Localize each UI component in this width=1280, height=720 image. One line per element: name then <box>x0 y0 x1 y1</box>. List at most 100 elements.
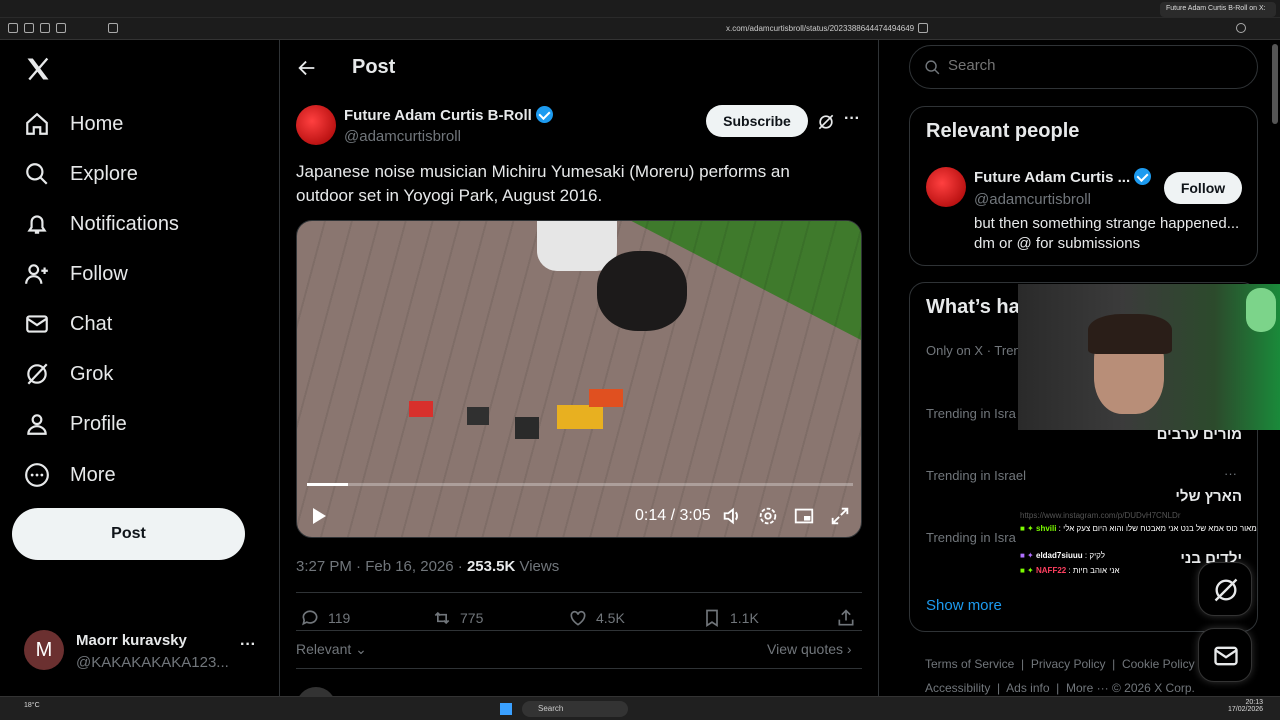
person-icon <box>27 414 47 435</box>
sidebar-icon[interactable] <box>8 23 18 33</box>
trend-context[interactable]: Trending in Isra <box>926 406 1016 421</box>
trend-context[interactable]: Only on X · Tren <box>926 343 1021 358</box>
post-detail: Post Future Adam Curtis B-Roll @adamcurt… <box>280 40 879 707</box>
fullscreen-icon[interactable] <box>829 505 851 527</box>
footer-link[interactable]: Terms of Service <box>925 657 1014 671</box>
trend-title[interactable]: הארץ שלי <box>1140 488 1242 505</box>
author-name[interactable]: Future Adam Curtis B-Roll <box>344 106 553 124</box>
effects-pedal <box>409 401 433 417</box>
grok-float-button[interactable] <box>1198 562 1252 616</box>
author-avatar[interactable] <box>296 105 336 145</box>
x-logo-icon[interactable] <box>24 55 52 83</box>
nav-explore[interactable]: Explore <box>24 154 138 194</box>
nav-home[interactable]: Home <box>24 104 123 144</box>
add-person-icon <box>25 264 48 284</box>
post-button[interactable]: Post <box>12 508 245 560</box>
footer-link[interactable]: Ads info <box>1006 681 1049 695</box>
messages-float-button[interactable] <box>1198 628 1252 682</box>
volume-icon[interactable] <box>721 505 743 527</box>
person-avatar[interactable] <box>926 167 966 207</box>
avatar: M <box>24 630 64 670</box>
nav-chat[interactable]: Chat <box>24 304 112 344</box>
reply-button[interactable]: 119 <box>300 608 350 628</box>
chat-message: ■ ✦ shvili : מאור כוס אמא של בנט אני מאב… <box>1020 524 1257 533</box>
pip-icon[interactable] <box>793 505 815 527</box>
back-arrow-icon[interactable] <box>296 57 318 79</box>
follow-button[interactable]: Follow <box>1164 172 1242 204</box>
person-handle[interactable]: @adamcurtisbroll <box>974 191 1091 208</box>
effects-pedal <box>557 405 603 429</box>
nav-more[interactable]: More <box>24 455 116 495</box>
video-player[interactable]: 0:14 / 3:05 <box>296 220 862 538</box>
tabs-icon[interactable] <box>108 23 118 33</box>
settings-gear-icon[interactable] <box>757 505 779 527</box>
nav-follow[interactable]: Follow <box>24 254 128 294</box>
account-name: Maorr kuravsky <box>76 632 187 649</box>
chat-user: eldad7siuuu <box>1036 551 1083 560</box>
person-name[interactable]: Future Adam Curtis ... <box>974 168 1152 186</box>
more-dots-icon[interactable]: ··· <box>1224 466 1237 481</box>
more-circle-icon <box>25 463 49 487</box>
footer-link[interactable]: Accessibility <box>925 681 990 695</box>
grok-icon <box>27 363 48 385</box>
play-icon[interactable] <box>311 507 327 525</box>
view-quotes-link[interactable]: View quotes › <box>767 641 852 657</box>
chat-text: מאור כוס אמא של בנט אני מאבטח שלו והוא ה… <box>1063 524 1257 533</box>
show-more-link[interactable]: Show more <box>926 597 1002 614</box>
more-dots-icon[interactable]: ··· <box>240 636 256 654</box>
nav-grok[interactable]: Grok <box>24 354 113 394</box>
nav-label: More <box>70 463 116 486</box>
grok-icon[interactable] <box>816 112 836 132</box>
bookmark-icon[interactable] <box>56 23 66 33</box>
green-lamp <box>1246 288 1276 332</box>
weather-widget[interactable]: 18°C <box>24 702 40 709</box>
browser-tab[interactable]: Future Adam Curtis B-Roll on X: <box>1160 2 1276 17</box>
account-handle: @KAKAKAKAKA123... <box>76 654 229 671</box>
nav-label: Home <box>70 112 124 135</box>
chevron-down-icon: ⌄ <box>355 641 367 657</box>
nav-label: Follow <box>70 262 128 285</box>
nav-profile[interactable]: Profile <box>24 404 127 444</box>
trend-context[interactable]: Trending in Isra <box>926 530 1016 545</box>
bookmark-button[interactable]: 1.1K <box>702 608 759 628</box>
footer-link[interactable]: Cookie Policy <box>1122 657 1195 671</box>
chat-message: ■ ✦ eldad7siuuu : לקיק <box>1020 551 1106 560</box>
like-button[interactable]: 4.5K <box>568 608 625 628</box>
repost-button[interactable]: 775 <box>432 608 483 628</box>
video-progress-track[interactable] <box>307 483 853 486</box>
clock[interactable]: 20:13 17/02/2026 <box>1228 699 1263 713</box>
page-title: Post <box>352 56 396 78</box>
url-field[interactable]: x.com/adamcurtisbroll/status/20233886444… <box>726 24 914 33</box>
start-icon[interactable] <box>500 703 512 715</box>
nav-notifications[interactable]: Notifications <box>24 204 179 244</box>
like-count: 4.5K <box>596 610 625 626</box>
card-title: What’s ha <box>926 296 1020 318</box>
trend-context[interactable]: Trending in Israel <box>926 468 1026 483</box>
wallet-icon[interactable] <box>40 23 50 33</box>
footer-link[interactable]: Privacy Policy <box>1031 657 1106 671</box>
reload-icon[interactable] <box>1236 23 1246 33</box>
taskbar-search[interactable]: Search <box>522 701 628 717</box>
chat-text: https://www.instagram.com/p/DUDvH7CNLDr <box>1020 511 1181 520</box>
account-switcher[interactable]: M Maorr kuravsky @KAKAKAKAKA123... ··· <box>12 622 272 678</box>
verified-badge-icon <box>535 106 553 123</box>
post-text: Japanese noise musician Michiru Yumesaki… <box>296 162 790 205</box>
divider <box>296 630 862 631</box>
search-input[interactable] <box>948 57 1238 74</box>
share-button[interactable] <box>836 608 864 628</box>
bookmark-count: 1.1K <box>730 610 759 626</box>
sort-dropdown[interactable]: Relevant ⌄ <box>296 641 367 658</box>
reply-count: 119 <box>328 610 351 626</box>
heart-icon <box>570 610 586 626</box>
chat-user: NAFF22 <box>1036 566 1067 575</box>
subscribe-button[interactable]: Subscribe <box>706 105 808 137</box>
shield-icon[interactable] <box>24 23 34 33</box>
search-bar[interactable] <box>909 45 1258 89</box>
video-progress-fill <box>307 483 349 486</box>
scrollbar-thumb[interactable] <box>1272 44 1278 124</box>
effects-pedal <box>515 417 539 439</box>
footer-link[interactable]: More ··· <box>1066 681 1109 695</box>
more-dots-icon[interactable]: ··· <box>844 110 860 128</box>
bookmark-add-icon[interactable] <box>918 23 928 33</box>
author-handle[interactable]: @adamcurtisbroll <box>344 128 461 145</box>
